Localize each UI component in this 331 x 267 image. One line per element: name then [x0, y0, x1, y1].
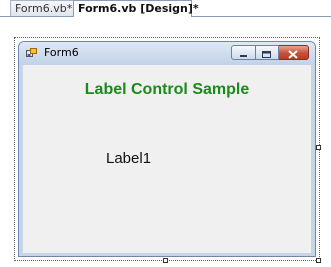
window-controls	[231, 45, 309, 61]
label1-control[interactable]: Label1	[106, 150, 151, 167]
heading-label[interactable]: Label Control Sample	[23, 81, 311, 99]
document-tab-strip: Form6.vb* Form6.vb [Design]*	[0, 0, 331, 17]
close-icon	[288, 50, 298, 59]
tab-form6-code[interactable]: Form6.vb*	[10, 0, 76, 16]
form-title: Form6	[44, 46, 79, 59]
minimize-icon	[240, 55, 247, 57]
maximize-icon	[262, 51, 271, 58]
resize-handle-right[interactable]	[316, 145, 321, 150]
form-titlebar[interactable]: Form6	[19, 42, 315, 65]
maximize-button[interactable]	[256, 45, 279, 60]
close-button[interactable]	[279, 45, 309, 60]
resize-handle-bottom[interactable]	[163, 258, 168, 263]
tab-form6-design[interactable]: Form6.vb [Design]*	[73, 0, 199, 17]
form-window[interactable]: Form6 Label Control Sample Label1	[18, 41, 316, 257]
form-client-area[interactable]: Label Control Sample Label1	[23, 65, 311, 253]
resize-handle-bottom-right[interactable]	[316, 258, 321, 263]
minimize-button[interactable]	[231, 45, 256, 60]
form-icon	[26, 48, 37, 57]
